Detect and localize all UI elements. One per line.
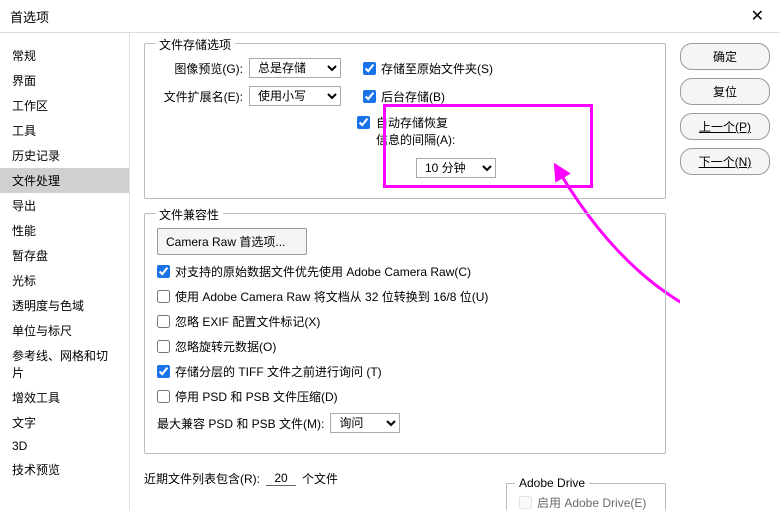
recent-files-input[interactable] — [266, 471, 296, 486]
sidebar-item-history[interactable]: 历史记录 — [0, 143, 129, 168]
save-orig-folder-label: 存储至原始文件夹(S) — [381, 60, 493, 77]
acr-32to16-checkbox[interactable] — [157, 290, 170, 303]
ask-tiff-label: 存储分层的 TIFF 文件之前进行询问 (T) — [175, 363, 382, 380]
next-button[interactable]: 下一个(N) — [680, 148, 770, 175]
adobe-drive-group: Adobe Drive 启用 Adobe Drive(E) — [506, 483, 666, 510]
sidebar-item-workspace[interactable]: 工作区 — [0, 93, 129, 118]
acr-32to16-label: 使用 Adobe Camera Raw 将文档从 32 位转换到 16/8 位(… — [175, 288, 488, 305]
disable-psd-compress-label: 停用 PSD 和 PSB 文件压缩(D) — [175, 388, 338, 405]
bg-save-checkbox[interactable] — [363, 90, 376, 103]
sidebar-item-scratch[interactable]: 暂存盘 — [0, 243, 129, 268]
sidebar-item-guides[interactable]: 参考线、网格和切片 — [0, 343, 129, 385]
sidebar-item-cursor[interactable]: 光标 — [0, 268, 129, 293]
ignore-rotation-label: 忽略旋转元数据(O) — [175, 338, 276, 355]
reset-button[interactable]: 复位 — [680, 78, 770, 105]
ignore-rotation-checkbox[interactable] — [157, 340, 170, 353]
file-storage-group: 文件存储选项 图像预览(G): 总是存储 存储至原始文件夹(S) 文件扩展名(E… — [144, 43, 666, 199]
sidebar: 常规 界面 工作区 工具 历史记录 文件处理 导出 性能 暂存盘 光标 透明度与… — [0, 33, 130, 510]
sidebar-item-general[interactable]: 常规 — [0, 43, 129, 68]
ok-button[interactable]: 确定 — [680, 43, 770, 70]
file-storage-legend: 文件存储选项 — [155, 36, 235, 53]
auto-save-label-2: 信息的间隔(A): — [376, 131, 496, 148]
adobe-drive-title: Adobe Drive — [515, 476, 589, 490]
prefer-camera-raw-label: 对支持的原始数据文件优先使用 Adobe Camera Raw(C) — [175, 263, 471, 280]
recent-files-label-2: 个文件 — [302, 470, 338, 487]
sidebar-item-plugins[interactable]: 增效工具 — [0, 385, 129, 410]
ignore-exif-label: 忽略 EXIF 配置文件标记(X) — [175, 313, 320, 330]
close-icon[interactable]: ✕ — [745, 6, 770, 26]
disable-psd-compress-checkbox[interactable] — [157, 390, 170, 403]
sidebar-item-performance[interactable]: 性能 — [0, 218, 129, 243]
camera-raw-prefs-button[interactable]: Camera Raw 首选项... — [157, 228, 307, 255]
prev-button[interactable]: 上一个(P) — [680, 113, 770, 140]
sidebar-item-interface[interactable]: 界面 — [0, 68, 129, 93]
sidebar-item-tech-preview[interactable]: 技术预览 — [0, 457, 129, 482]
compat-legend: 文件兼容性 — [155, 206, 223, 223]
sidebar-item-transparency[interactable]: 透明度与色域 — [0, 293, 129, 318]
compat-group: 文件兼容性 Camera Raw 首选项... 对支持的原始数据文件优先使用 A… — [144, 213, 666, 454]
auto-save-checkbox[interactable] — [357, 116, 370, 129]
sidebar-item-export[interactable]: 导出 — [0, 193, 129, 218]
sidebar-item-file-handling[interactable]: 文件处理 — [0, 168, 129, 193]
enable-adobe-drive-label: 启用 Adobe Drive(E) — [537, 494, 646, 510]
bg-save-label: 后台存储(B) — [381, 88, 445, 105]
ignore-exif-checkbox[interactable] — [157, 315, 170, 328]
sidebar-item-text[interactable]: 文字 — [0, 410, 129, 435]
sidebar-item-units[interactable]: 单位与标尺 — [0, 318, 129, 343]
recent-files-label-1: 近期文件列表包含(R): — [144, 470, 260, 487]
image-preview-select[interactable]: 总是存储 — [249, 58, 341, 78]
file-ext-label: 文件扩展名(E): — [157, 88, 243, 105]
max-compat-label: 最大兼容 PSD 和 PSB 文件(M): — [157, 415, 324, 432]
image-preview-label: 图像预览(G): — [157, 60, 243, 77]
auto-save-interval-select[interactable]: 10 分钟 — [416, 158, 496, 178]
prefer-camera-raw-checkbox[interactable] — [157, 265, 170, 278]
file-ext-select[interactable]: 使用小写 — [249, 86, 341, 106]
enable-adobe-drive-checkbox — [519, 496, 532, 509]
max-compat-select[interactable]: 询问 — [330, 413, 400, 433]
ask-tiff-checkbox[interactable] — [157, 365, 170, 378]
sidebar-item-3d[interactable]: 3D — [0, 435, 129, 457]
auto-save-label-1: 自动存储恢复 — [376, 114, 496, 131]
save-orig-folder-checkbox[interactable] — [363, 62, 376, 75]
sidebar-item-tools[interactable]: 工具 — [0, 118, 129, 143]
window-title: 首选项 — [10, 7, 49, 26]
